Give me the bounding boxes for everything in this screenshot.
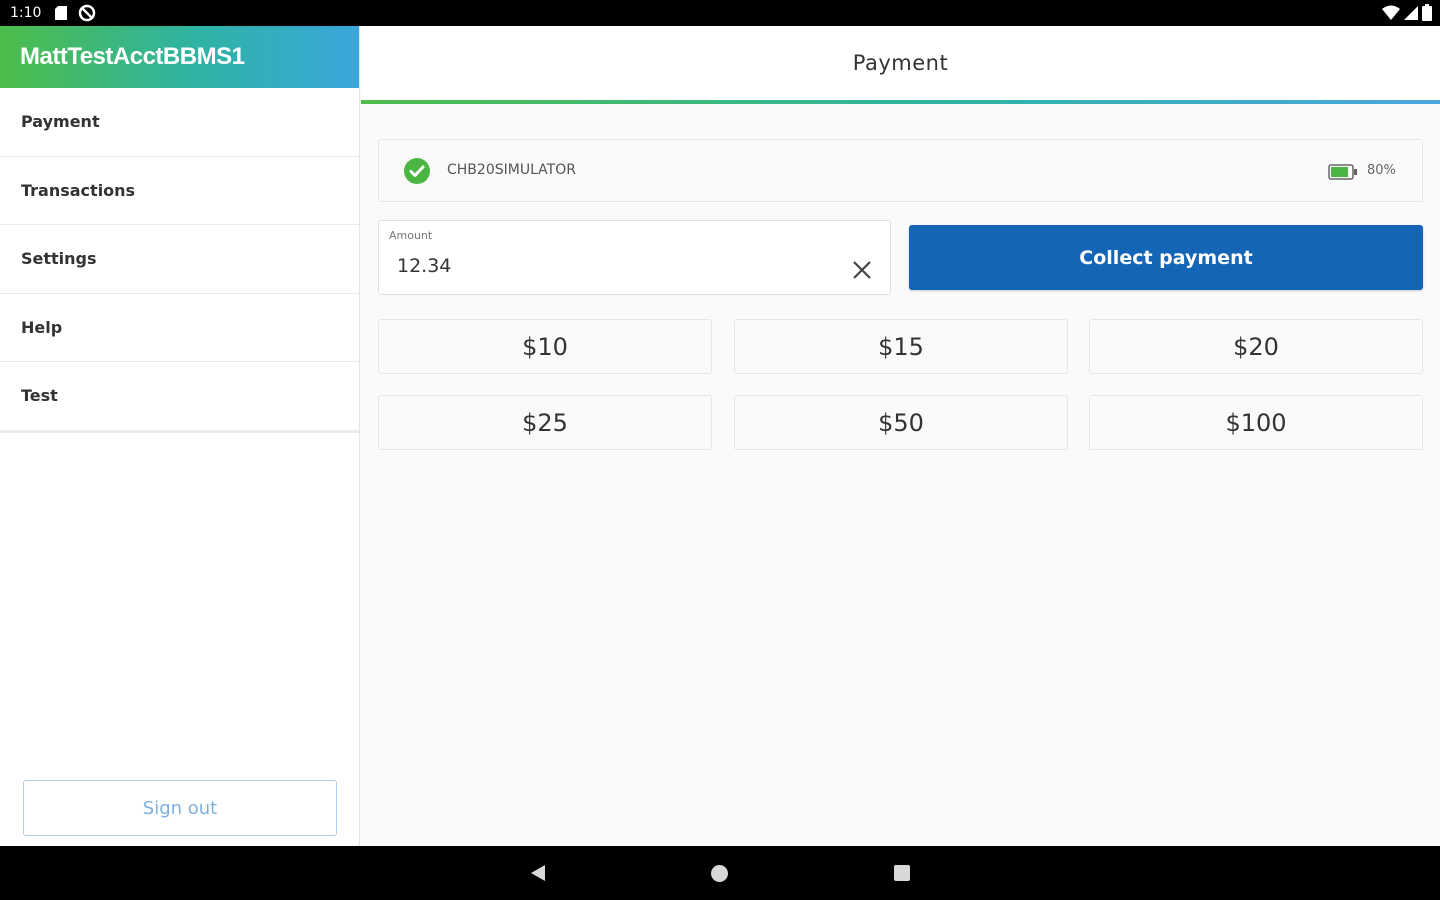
quick-amount-label: $100 <box>1225 408 1287 437</box>
sidebar-nav: Payment Transactions Settings Help Test <box>0 88 359 433</box>
sidebar-item-label: Help <box>21 317 63 337</box>
sync-disabled-icon <box>78 4 96 22</box>
page-title: Payment <box>852 51 949 75</box>
sidebar-item-label: Payment <box>21 112 100 132</box>
sign-out-label: Sign out <box>142 797 218 819</box>
quick-amount-label: $20 <box>1233 332 1279 361</box>
amount-label: Amount <box>389 229 433 242</box>
sidebar-item-label: Transactions <box>21 180 136 200</box>
quick-amount-25-button[interactable]: $25 <box>378 395 712 450</box>
status-right-icons <box>1382 4 1432 21</box>
sidebar-item-test[interactable]: Test <box>0 362 359 431</box>
quick-amount-15-button[interactable]: $15 <box>734 319 1068 374</box>
app-window: MattTestAcctBBMS1 Payment Transactions S… <box>0 26 1440 846</box>
quick-amount-100-button[interactable]: $100 <box>1089 395 1423 450</box>
quick-amount-10-button[interactable]: $10 <box>378 319 712 374</box>
close-icon[interactable] <box>851 259 873 281</box>
account-name: MattTestAcctBBMS1 <box>20 43 245 70</box>
status-time: 1:10 <box>10 5 42 21</box>
main-header: Payment <box>361 26 1440 100</box>
battery-icon <box>1328 164 1357 180</box>
back-triangle-icon[interactable] <box>528 863 548 883</box>
home-circle-icon[interactable] <box>710 864 729 883</box>
quick-amount-label: $15 <box>878 332 924 361</box>
status-bar: 1:10 <box>0 0 1440 26</box>
battery-status-icon <box>1422 4 1432 21</box>
header-divider <box>361 100 1440 104</box>
sidebar-item-label: Test <box>21 386 58 406</box>
amount-field[interactable]: Amount <box>378 220 891 295</box>
quick-amount-label: $50 <box>878 408 924 437</box>
sidebar-item-help[interactable]: Help <box>0 294 359 362</box>
sidebar-item-transactions[interactable]: Transactions <box>0 157 359 225</box>
quick-amount-50-button[interactable]: $50 <box>734 395 1068 450</box>
main-panel: Payment CHB20SIMULATOR 80% Amount 12.34 … <box>361 26 1440 846</box>
amount-input[interactable] <box>397 255 817 277</box>
sidebar-item-settings[interactable]: Settings <box>0 225 359 294</box>
status-left-icons <box>54 4 96 22</box>
collect-payment-label: Collect payment <box>1079 246 1253 269</box>
battery-percentage: 80% <box>1367 163 1396 178</box>
sidebar-item-payment[interactable]: Payment <box>0 88 359 157</box>
wifi-icon <box>1382 5 1400 20</box>
sidebar: MattTestAcctBBMS1 Payment Transactions S… <box>0 26 360 846</box>
system-nav-bar <box>0 846 1440 900</box>
quick-amount-20-button[interactable]: $20 <box>1089 319 1423 374</box>
quick-amount-label: $25 <box>522 408 568 437</box>
sd-card-icon <box>55 6 67 20</box>
device-status-card: CHB20SIMULATOR 80% <box>378 139 1423 202</box>
recents-square-icon[interactable] <box>893 864 911 882</box>
sidebar-header: MattTestAcctBBMS1 <box>0 26 359 88</box>
sign-out-button[interactable]: Sign out <box>23 780 337 836</box>
quick-amount-label: $10 <box>522 332 568 361</box>
device-name: CHB20SIMULATOR <box>447 162 576 178</box>
check-circle-icon <box>404 158 430 184</box>
signal-icon <box>1404 5 1418 20</box>
collect-payment-button[interactable]: Collect payment <box>909 225 1423 290</box>
sidebar-item-label: Settings <box>21 249 97 269</box>
